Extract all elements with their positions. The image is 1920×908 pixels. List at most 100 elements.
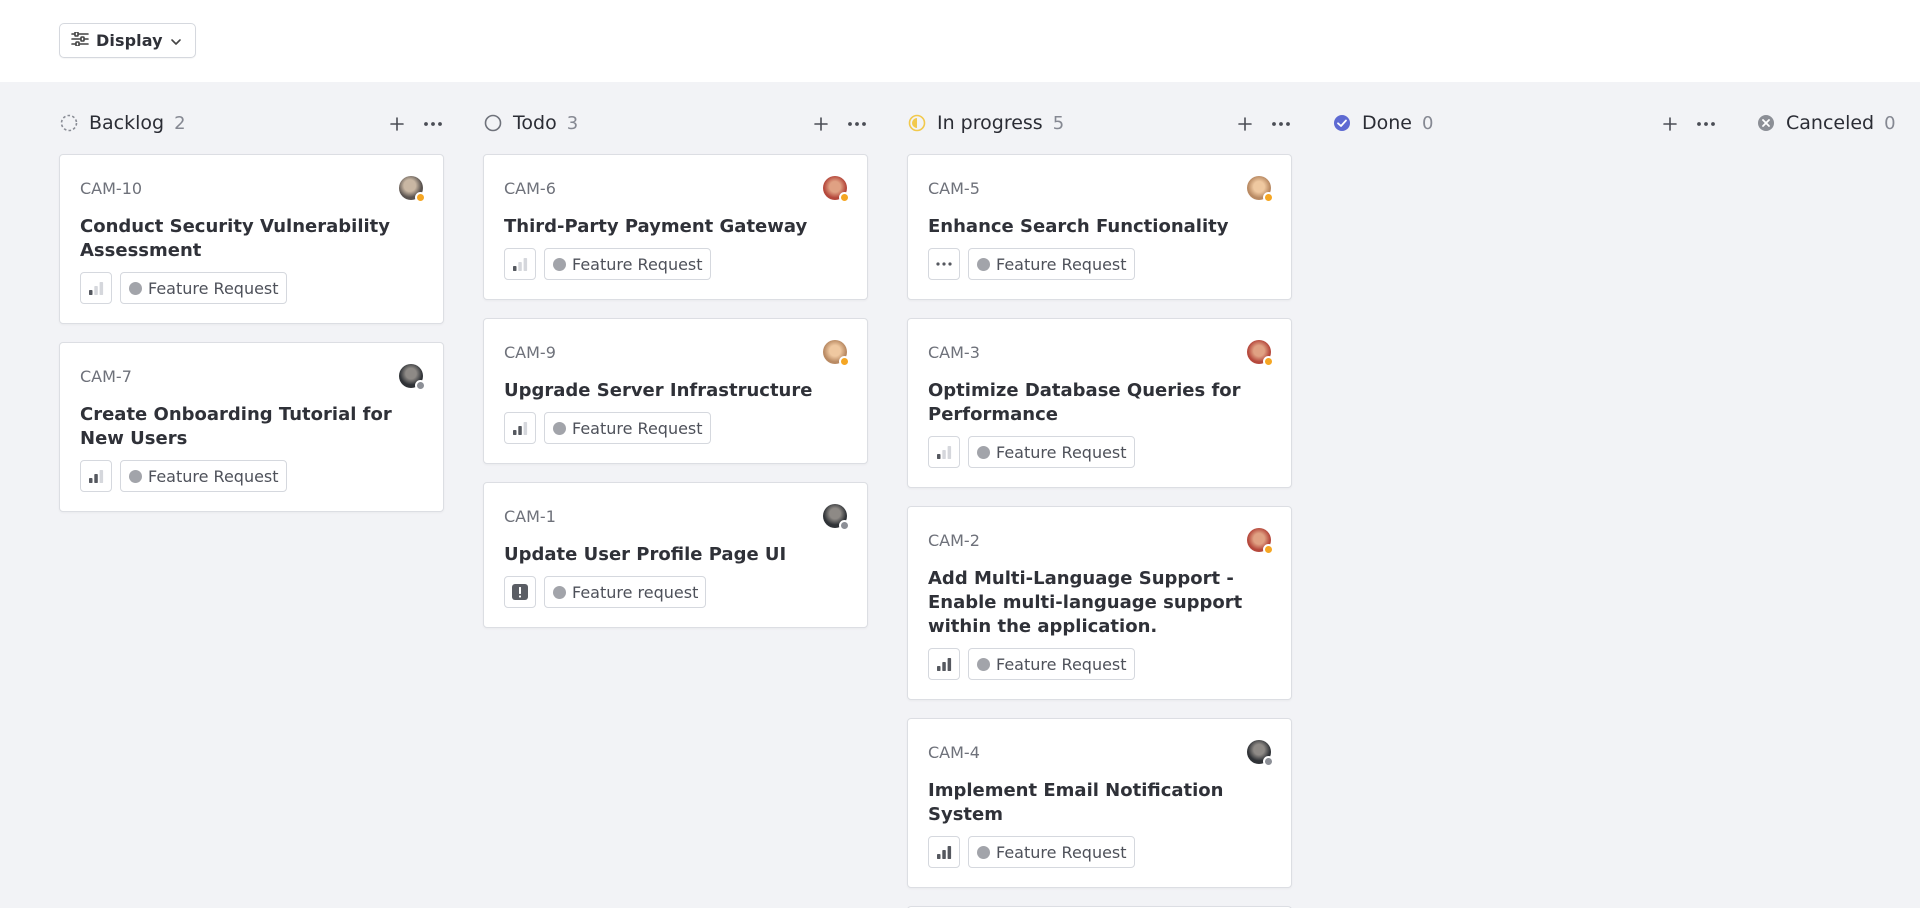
x-circle-icon: [1756, 113, 1776, 133]
issue-id: CAM-3: [928, 343, 980, 362]
more-options-icon[interactable]: [1695, 113, 1717, 135]
label-chip[interactable]: Feature Request: [544, 248, 711, 280]
status-dot: [1263, 356, 1274, 367]
label-dot: [977, 257, 990, 271]
assignee-avatar[interactable]: [1247, 528, 1274, 555]
priority-low-icon[interactable]: [80, 272, 112, 304]
add-issue-icon[interactable]: [1234, 113, 1256, 135]
column-header: In progress 5: [907, 105, 1292, 141]
chevron-down-icon: [170, 31, 182, 50]
column-header: Canceled 0: [1756, 105, 1896, 141]
status-dot: [839, 192, 850, 203]
issue-id: CAM-4: [928, 743, 980, 762]
label-text: Feature request: [572, 582, 699, 602]
label-dot: [553, 421, 566, 435]
priority-medium-icon[interactable]: [504, 412, 536, 444]
column-title: Backlog: [89, 112, 165, 134]
label-text: Feature Request: [996, 254, 1127, 274]
label-chip[interactable]: Feature request: [544, 576, 707, 608]
label-text: Feature Request: [996, 842, 1127, 862]
label-dot: [977, 657, 990, 671]
priority-high-icon[interactable]: [928, 836, 960, 868]
priority-none-icon[interactable]: [928, 248, 960, 280]
issue-id: CAM-6: [504, 179, 556, 198]
issue-card[interactable]: CAM-1 Update User Profile Page UI Featur…: [483, 482, 868, 628]
add-issue-icon[interactable]: [1659, 113, 1681, 135]
label-text: Feature Request: [572, 254, 703, 274]
priority-low-icon[interactable]: [504, 248, 536, 280]
more-options-icon[interactable]: [1270, 113, 1292, 135]
column-title: Todo: [513, 112, 557, 134]
column-count: 3: [566, 112, 579, 134]
assignee-avatar[interactable]: [1247, 340, 1274, 367]
issue-title: Create Onboarding Tutorial for New Users: [80, 404, 392, 449]
issue-title: Update User Profile Page UI: [504, 544, 787, 565]
issue-card[interactable]: CAM-9 Upgrade Server Infrastructure Feat…: [483, 318, 868, 464]
assignee-avatar[interactable]: [1247, 740, 1274, 767]
issue-id: CAM-1: [504, 507, 556, 526]
label-dot: [553, 257, 566, 271]
issue-title: Add Multi-Language Support - Enable mult…: [928, 568, 1243, 637]
issue-title: Enhance Search Functionality: [928, 216, 1229, 237]
add-issue-icon[interactable]: [810, 113, 832, 135]
issue-id: CAM-9: [504, 343, 556, 362]
column-todo: Todo 3 CAM-6 Third-Party Payment Gateway…: [483, 105, 868, 628]
issue-title: Upgrade Server Infrastructure: [504, 380, 813, 401]
issue-card[interactable]: CAM-6 Third-Party Payment Gateway Featur…: [483, 154, 868, 300]
display-button-label: Display: [96, 31, 163, 50]
label-dot: [977, 445, 990, 459]
more-options-icon[interactable]: [846, 113, 868, 135]
add-issue-icon[interactable]: [386, 113, 408, 135]
label-chip[interactable]: Feature Request: [968, 248, 1135, 280]
label-text: Feature Request: [148, 466, 279, 486]
column-header: Todo 3: [483, 105, 868, 141]
column-count: 2: [174, 112, 186, 134]
assignee-avatar[interactable]: [823, 504, 850, 531]
label-chip[interactable]: Feature Request: [120, 460, 287, 492]
status-dot: [1263, 192, 1274, 203]
issue-card[interactable]: CAM-4 Implement Email Notification Syste…: [907, 718, 1292, 888]
column-title: Canceled: [1786, 112, 1875, 134]
circle-icon: [483, 113, 503, 133]
issue-id: CAM-7: [80, 367, 132, 386]
assignee-avatar[interactable]: [823, 340, 850, 367]
sliders-icon: [71, 31, 89, 50]
assignee-avatar[interactable]: [823, 176, 850, 203]
priority-medium-icon[interactable]: [80, 460, 112, 492]
label-dot: [553, 585, 566, 599]
more-options-icon[interactable]: [422, 113, 444, 135]
status-dot: [839, 356, 850, 367]
issue-card[interactable]: CAM-7 Create Onboarding Tutorial for New…: [59, 342, 444, 512]
label-chip[interactable]: Feature Request: [544, 412, 711, 444]
assignee-avatar[interactable]: [399, 364, 426, 391]
issue-card[interactable]: CAM-2 Add Multi-Language Support - Enabl…: [907, 506, 1292, 700]
column-title: Done: [1362, 112, 1412, 134]
status-dot: [415, 380, 426, 391]
issue-title: Optimize Database Queries for Performanc…: [928, 380, 1241, 425]
assignee-avatar[interactable]: [399, 176, 426, 203]
column-count: 0: [1884, 112, 1896, 134]
issue-card[interactable]: CAM-5 Enhance Search Functionality Featu…: [907, 154, 1292, 300]
assignee-avatar[interactable]: [1247, 176, 1274, 203]
label-dot: [129, 469, 142, 483]
issue-title: Third-Party Payment Gateway: [504, 216, 808, 237]
column-backlog: Backlog 2 CAM-10 Conduct Security Vulner…: [59, 105, 444, 512]
status-dot: [839, 520, 850, 531]
priority-low-icon[interactable]: [928, 436, 960, 468]
label-dot: [977, 845, 990, 859]
issue-card[interactable]: CAM-10 Conduct Security Vulnerability As…: [59, 154, 444, 324]
label-chip[interactable]: Feature Request: [968, 436, 1135, 468]
label-chip[interactable]: Feature Request: [968, 836, 1135, 868]
display-button[interactable]: Display: [59, 23, 196, 58]
priority-urgent-icon[interactable]: [504, 576, 536, 608]
priority-high-icon[interactable]: [928, 648, 960, 680]
status-dot: [415, 192, 426, 203]
check-circle-icon: [1332, 113, 1352, 133]
issue-id: CAM-10: [80, 179, 143, 198]
column-header: Done 0: [1332, 105, 1717, 141]
label-chip[interactable]: Feature Request: [968, 648, 1135, 680]
label-chip[interactable]: Feature Request: [120, 272, 287, 304]
column-title: In progress: [937, 112, 1043, 134]
issue-card[interactable]: CAM-3 Optimize Database Queries for Perf…: [907, 318, 1292, 488]
dashed-circle-icon: [59, 113, 79, 133]
